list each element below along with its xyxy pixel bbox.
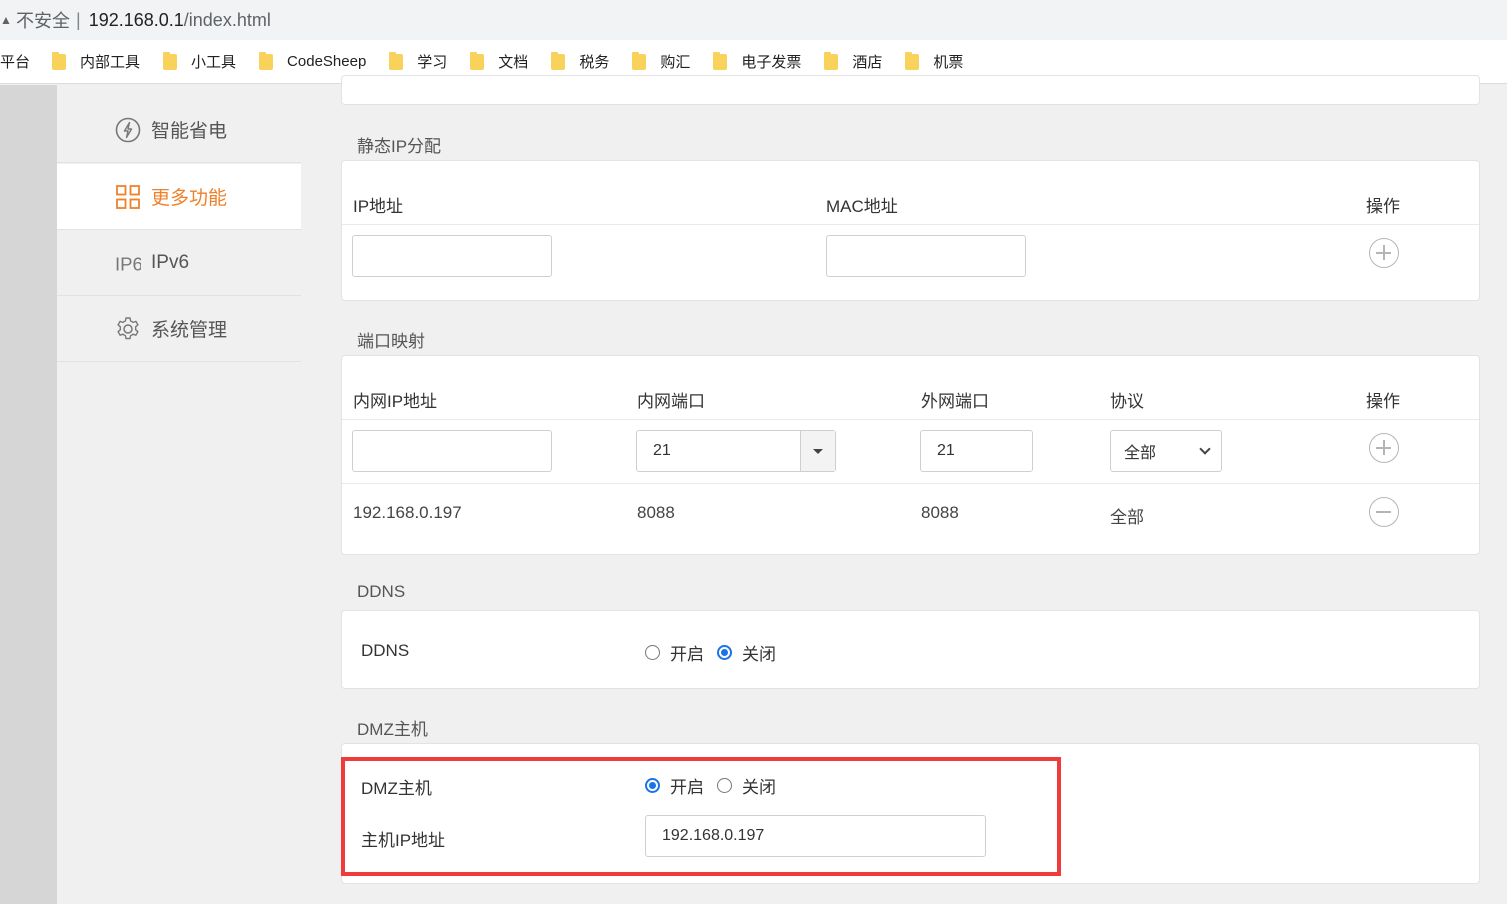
sidebar-item-power-save[interactable]: 智能省电 bbox=[57, 97, 301, 163]
bookmark-item[interactable]: 平台 bbox=[0, 51, 30, 72]
sidebar: 智能省电 更多功能 IP6 IPv6 系统管理 bbox=[57, 85, 301, 904]
folder-icon bbox=[551, 51, 566, 70]
protocol-value: 全部 bbox=[1124, 445, 1157, 462]
lan-port-value: 21 bbox=[653, 442, 671, 459]
row-protocol: 全部 bbox=[1110, 508, 1144, 527]
folder-icon bbox=[713, 51, 728, 70]
section-title-static-ip: 静态IP分配 bbox=[357, 137, 442, 156]
grid-icon bbox=[115, 184, 141, 210]
folder-icon bbox=[824, 51, 839, 70]
sidebar-item-system[interactable]: 系统管理 bbox=[57, 296, 301, 362]
static-ip-card: IP地址 MAC地址 操作 bbox=[341, 160, 1480, 301]
row-lan-ip: 192.168.0.197 bbox=[353, 503, 462, 522]
divider bbox=[342, 419, 1479, 420]
bookmark-item[interactable]: 机票 bbox=[905, 51, 963, 72]
sidebar-item-label: 系统管理 bbox=[151, 320, 228, 341]
bookmark-item[interactable]: 电子发票 bbox=[713, 51, 801, 72]
warning-icon: ▲ bbox=[0, 13, 12, 27]
col-header-wan-port: 外网端口 bbox=[921, 392, 989, 411]
section-title-dmz: DMZ主机 bbox=[357, 720, 428, 739]
separator: | bbox=[76, 9, 81, 30]
folder-icon bbox=[389, 51, 404, 70]
ipv6-glyph: IP6 bbox=[115, 253, 141, 274]
sidebar-item-label: IPv6 bbox=[151, 251, 190, 273]
ipv6-icon: IP6 bbox=[115, 250, 141, 276]
add-static-ip-button[interactable] bbox=[1369, 238, 1399, 268]
url-path: /index.html bbox=[183, 9, 271, 30]
dropdown-button[interactable] bbox=[800, 431, 835, 471]
folder-icon bbox=[259, 51, 274, 70]
insecure-label: 不安全 bbox=[16, 11, 70, 31]
sidebar-item-more-features[interactable]: 更多功能 bbox=[57, 164, 301, 230]
row-lan-port: 8088 bbox=[637, 503, 675, 522]
bookmark-label: 内部工具 bbox=[80, 54, 141, 71]
bookmark-label: 机票 bbox=[933, 54, 964, 71]
col-header-lan-ip: 内网IP地址 bbox=[353, 392, 438, 411]
ddns-radio-group: 开启 关闭 bbox=[645, 640, 789, 665]
col-header-op: 操作 bbox=[1366, 392, 1400, 411]
static-mac-input[interactable] bbox=[826, 235, 1026, 277]
bookmark-label: 小工具 bbox=[191, 54, 237, 71]
previous-card bbox=[341, 75, 1480, 105]
url-host: 192.168.0.1 bbox=[88, 9, 184, 30]
address-bar[interactable]: ▲ 不安全 | 192.168.0.1/index.html bbox=[0, 0, 1507, 40]
bookmark-item[interactable]: 购汇 bbox=[632, 51, 690, 72]
folder-icon bbox=[632, 51, 647, 70]
section-title-port-mapping: 端口映射 bbox=[357, 332, 425, 351]
divider bbox=[342, 224, 1479, 225]
left-strip bbox=[0, 85, 57, 904]
caret-down-icon bbox=[813, 448, 823, 454]
lan-ip-input[interactable] bbox=[352, 430, 552, 472]
bookmark-label: 学习 bbox=[417, 54, 448, 71]
ddns-card: DDNS 开启 关闭 bbox=[341, 610, 1480, 689]
bookmark-item[interactable]: CodeSheep bbox=[259, 51, 367, 70]
folder-icon bbox=[905, 51, 920, 70]
gear-icon bbox=[115, 316, 141, 342]
bookmark-label: 文档 bbox=[498, 54, 529, 71]
col-header-ip: IP地址 bbox=[353, 197, 404, 216]
chevron-down-icon bbox=[1199, 443, 1211, 455]
wan-port-input[interactable]: 21 bbox=[920, 430, 1033, 472]
section-title-ddns: DDNS bbox=[357, 582, 406, 601]
ddns-on-radio[interactable] bbox=[645, 645, 660, 660]
ddns-off-radio[interactable] bbox=[717, 645, 732, 660]
bookmark-label: 平台 bbox=[0, 54, 31, 71]
bookmark-label: 电子发票 bbox=[741, 54, 802, 71]
folder-icon bbox=[470, 51, 485, 70]
port-mapping-card: 内网IP地址 内网端口 外网端口 协议 操作 21 21 全部 192.168.… bbox=[341, 355, 1480, 555]
divider bbox=[342, 483, 1479, 484]
row-wan-port: 8088 bbox=[921, 503, 959, 522]
bookmark-label: CodeSheep bbox=[287, 53, 367, 70]
bookmark-item[interactable]: 小工具 bbox=[163, 51, 236, 72]
bookmark-item[interactable]: 酒店 bbox=[824, 51, 882, 72]
folder-icon bbox=[52, 51, 67, 70]
power-save-icon bbox=[115, 117, 141, 143]
url-text[interactable]: 192.168.0.1/index.html bbox=[89, 10, 271, 31]
static-ip-input[interactable] bbox=[352, 235, 552, 277]
bookmark-item[interactable]: 内部工具 bbox=[52, 51, 140, 72]
col-header-op: 操作 bbox=[1366, 197, 1400, 216]
sidebar-item-label: 更多功能 bbox=[151, 188, 228, 209]
col-header-mac: MAC地址 bbox=[826, 197, 898, 216]
bookmark-label: 酒店 bbox=[852, 54, 883, 71]
lan-port-combobox[interactable]: 21 bbox=[636, 430, 836, 472]
ddns-on-label[interactable]: 开启 bbox=[670, 640, 704, 665]
bookmark-item[interactable]: 学习 bbox=[389, 51, 447, 72]
bookmark-label: 税务 bbox=[579, 54, 610, 71]
add-port-mapping-button[interactable] bbox=[1369, 433, 1399, 463]
bookmark-item[interactable]: 文档 bbox=[470, 51, 528, 72]
sidebar-item-label: 智能省电 bbox=[151, 121, 228, 142]
col-header-lan-port: 内网端口 bbox=[637, 392, 705, 411]
ddns-label: DDNS bbox=[361, 641, 410, 660]
bookmark-item[interactable]: 税务 bbox=[551, 51, 609, 72]
ddns-off-label[interactable]: 关闭 bbox=[742, 640, 776, 665]
protocol-select[interactable]: 全部 bbox=[1110, 430, 1222, 472]
bookmark-label: 购汇 bbox=[660, 54, 691, 71]
remove-port-mapping-button[interactable] bbox=[1369, 497, 1399, 527]
highlight-box bbox=[341, 757, 1061, 876]
col-header-protocol: 协议 bbox=[1110, 392, 1144, 411]
folder-icon bbox=[163, 51, 178, 70]
sidebar-item-ipv6[interactable]: IP6 IPv6 bbox=[57, 230, 301, 296]
